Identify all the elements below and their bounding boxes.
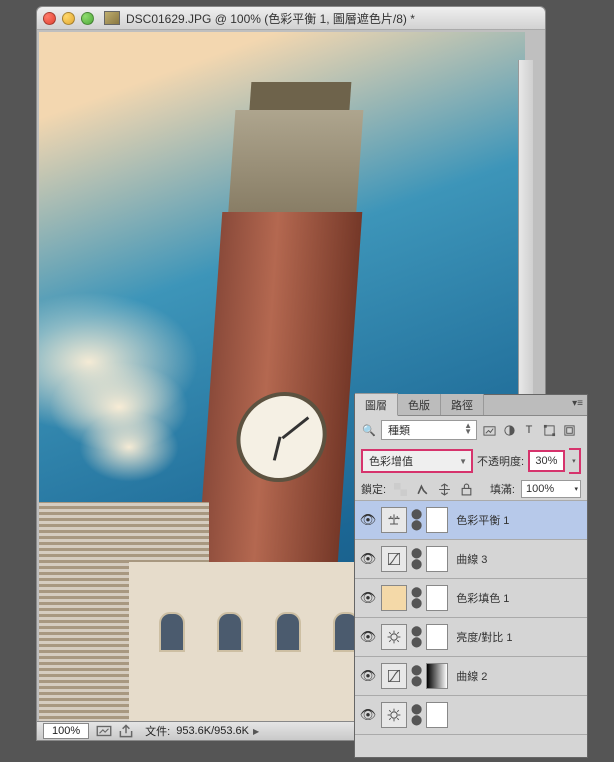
export-icon[interactable] (117, 724, 135, 738)
tab-channels[interactable]: 色版 (398, 394, 441, 415)
visibility-icon[interactable]: 👁 (359, 551, 377, 567)
close-icon[interactable] (43, 12, 56, 25)
mask-thumb[interactable] (426, 663, 448, 689)
panel-tabs: 圖層 色版 路徑 ▾≡ (355, 395, 587, 416)
layer-name: 曲線 3 (456, 551, 487, 567)
lock-all-icon[interactable] (458, 481, 474, 497)
visibility-icon[interactable]: 👁 (359, 512, 377, 528)
file-stats: 953.6K/953.6K (176, 725, 249, 737)
chevron-down-icon: ▾ (574, 485, 578, 493)
link-icon[interactable]: ⬤⬤ (411, 509, 422, 531)
filter-shape-icon[interactable] (541, 422, 557, 438)
fill-label: 填滿: (490, 481, 515, 497)
link-icon[interactable]: ⬤⬤ (411, 626, 422, 648)
chevron-updown-icon: ▲▼ (464, 423, 472, 435)
window-controls (43, 12, 94, 25)
mask-thumb[interactable] (426, 546, 448, 572)
chevron-right-icon[interactable]: ▶ (253, 727, 259, 736)
lock-pixels-icon[interactable] (414, 481, 430, 497)
brightness-icon (381, 702, 407, 728)
layers-panel: 圖層 色版 路徑 ▾≡ 🔍 種類 ▲▼ T 色彩增值 ▼ 不透明度: 30% ▾… (354, 394, 588, 758)
filter-pixel-icon[interactable] (481, 422, 497, 438)
mask-thumb[interactable] (426, 585, 448, 611)
link-icon[interactable]: ⬤⬤ (411, 665, 422, 687)
opacity-input[interactable]: 30% (528, 450, 565, 472)
layer-item-brightness[interactable]: 👁 ⬤⬤ 亮度/對比 1 (355, 618, 587, 657)
blend-opacity-row: 色彩增值 ▼ 不透明度: 30% ▾ (355, 444, 587, 478)
lock-row: 鎖定: 填滿: 100% ▾ (355, 478, 587, 501)
maximize-icon[interactable] (81, 12, 94, 25)
mask-thumb[interactable] (426, 624, 448, 650)
layer-list: 👁 ⬤⬤ 色彩平衡 1 👁 ⬤⬤ 曲線 3 👁 ⬤⬤ 色彩填色 1 👁 ⬤⬤ 亮… (355, 501, 587, 735)
link-icon[interactable]: ⬤⬤ (411, 704, 422, 726)
zoom-input[interactable]: 100% (43, 723, 89, 739)
window-title: DSC01629.JPG @ 100% (色彩平衡 1, 圖層遮色片/8) * (126, 10, 415, 27)
colorfill-icon (381, 585, 407, 611)
lock-position-icon[interactable] (436, 481, 452, 497)
kind-label: 種類 (388, 422, 410, 438)
filter-smartobject-icon[interactable] (561, 422, 577, 438)
fill-input[interactable]: 100% ▾ (521, 480, 581, 498)
kind-select[interactable]: 種類 ▲▼ (381, 420, 477, 440)
link-icon[interactable]: ⬤⬤ (411, 548, 422, 570)
layer-name: 曲線 2 (456, 668, 487, 684)
titlebar[interactable]: DSC01629.JPG @ 100% (色彩平衡 1, 圖層遮色片/8) * (37, 7, 545, 30)
curves-icon (381, 546, 407, 572)
document-icon (104, 11, 120, 25)
layer-item-curves-2[interactable]: 👁 ⬤⬤ 曲線 2 (355, 657, 587, 696)
visibility-icon[interactable]: 👁 (359, 629, 377, 645)
opacity-stepper[interactable]: ▾ (569, 448, 581, 474)
lock-transparent-icon[interactable] (392, 481, 408, 497)
layer-item-curves-3[interactable]: 👁 ⬤⬤ 曲線 3 (355, 540, 587, 579)
layer-item-partial[interactable]: 👁 ⬤⬤ (355, 696, 587, 735)
mask-thumb[interactable] (426, 507, 448, 533)
layer-name: 色彩填色 1 (456, 590, 509, 606)
visibility-icon[interactable]: 👁 (359, 668, 377, 684)
search-icon: 🔍 (361, 422, 377, 438)
fill-value: 100% (526, 483, 554, 495)
blend-mode-select[interactable]: 色彩增值 ▼ (361, 449, 473, 473)
opacity-label: 不透明度: (477, 453, 524, 469)
tab-paths[interactable]: 路徑 (441, 394, 484, 415)
chevron-down-icon: ▼ (459, 457, 467, 466)
visibility-icon[interactable]: 👁 (359, 707, 377, 723)
link-icon[interactable]: ⬤⬤ (411, 587, 422, 609)
mask-thumb[interactable] (426, 702, 448, 728)
preview-icon[interactable] (95, 724, 113, 738)
balance-icon (381, 507, 407, 533)
curves-icon (381, 663, 407, 689)
brightness-icon (381, 624, 407, 650)
layer-name: 亮度/對比 1 (456, 629, 512, 645)
panel-menu-icon[interactable]: ▾≡ (572, 398, 583, 409)
visibility-icon[interactable]: 👁 (359, 590, 377, 606)
lock-label: 鎖定: (361, 481, 386, 497)
layer-name: 色彩平衡 1 (456, 512, 509, 528)
tab-layers[interactable]: 圖層 (355, 393, 398, 416)
blend-mode-value: 色彩增值 (369, 453, 413, 469)
layer-item-color-balance[interactable]: 👁 ⬤⬤ 色彩平衡 1 (355, 501, 587, 540)
filter-adjustment-icon[interactable] (501, 422, 517, 438)
layer-item-color-fill[interactable]: 👁 ⬤⬤ 色彩填色 1 (355, 579, 587, 618)
file-label: 文件: (145, 723, 170, 739)
minimize-icon[interactable] (62, 12, 75, 25)
filter-row: 🔍 種類 ▲▼ T (355, 416, 587, 444)
filter-type-icon[interactable]: T (521, 422, 537, 438)
cloud-shape (49, 362, 189, 452)
